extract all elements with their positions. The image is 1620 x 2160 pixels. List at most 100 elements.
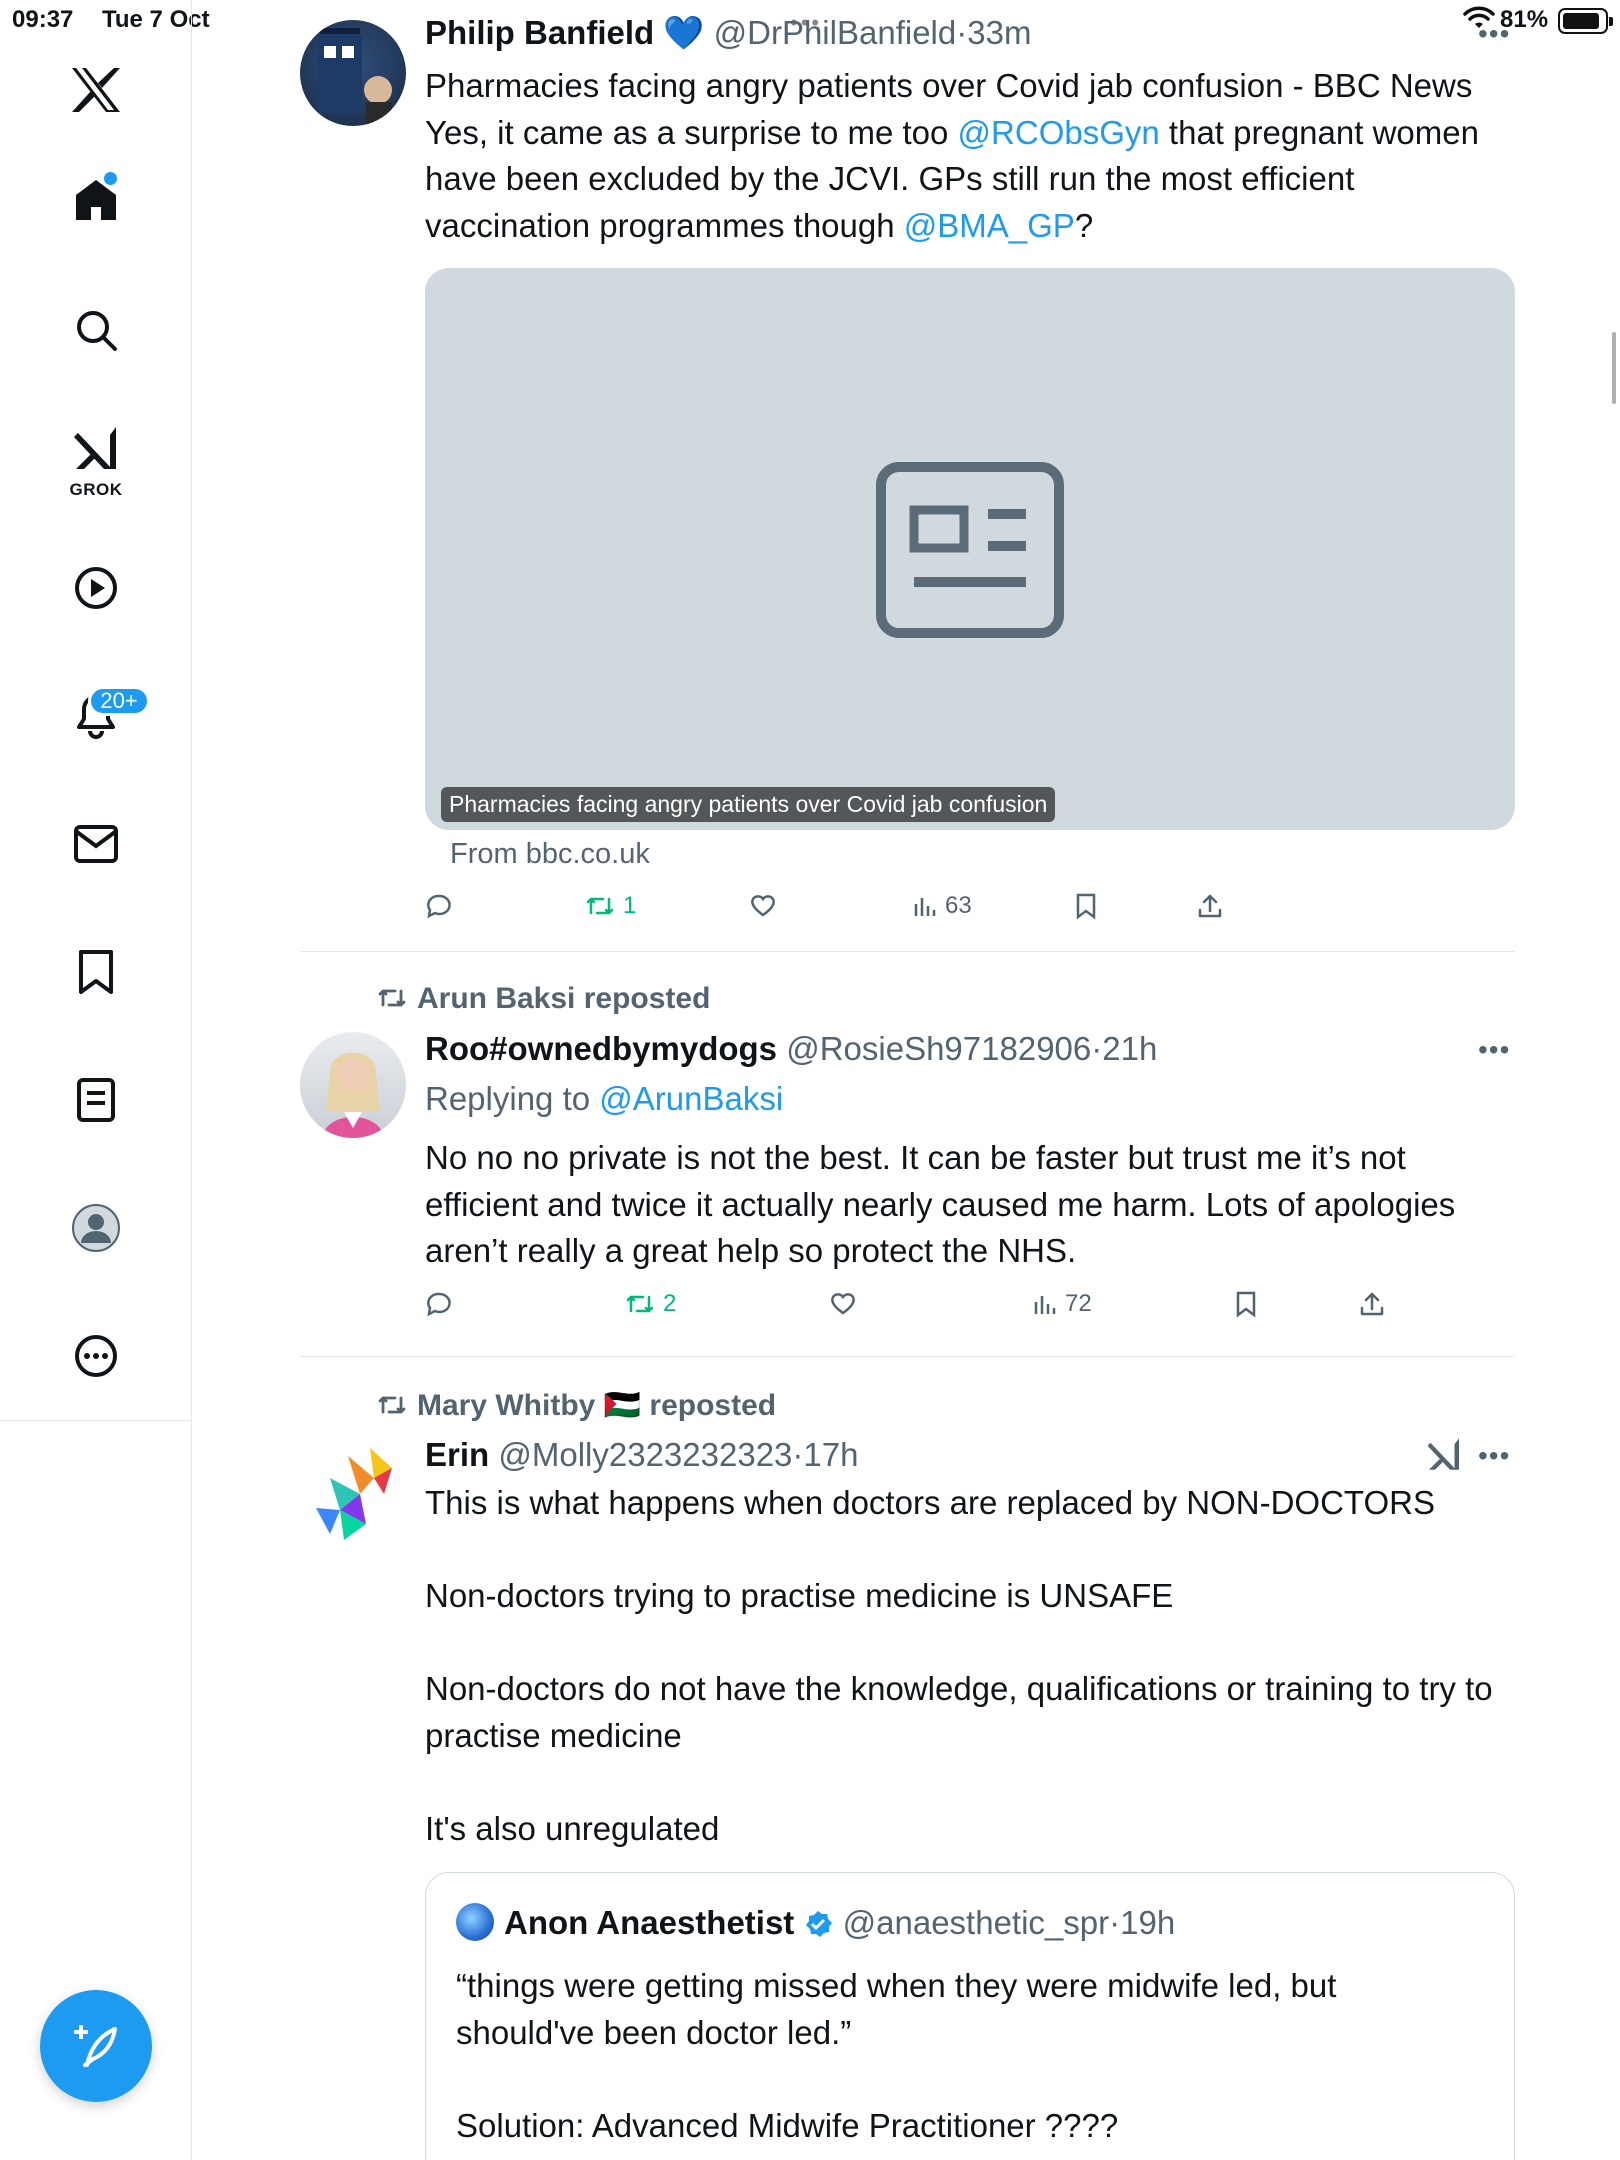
tweet-text-paragraph: Solution: Advanced Midwife Practitioner … xyxy=(456,2106,1119,2144)
tweet-text-paragraph: Yes, it came as a surprise to me too @RC… xyxy=(425,110,1515,250)
bookmarks-icon[interactable] xyxy=(56,932,136,1012)
home-icon[interactable] xyxy=(56,160,136,240)
sidebar: GROK 20+ xyxy=(0,0,192,2160)
views-button[interactable]: 63 xyxy=(913,892,972,920)
share-button[interactable] xyxy=(1359,1290,1385,1318)
share-button[interactable] xyxy=(1197,892,1223,920)
views-count: 72 xyxy=(1065,1290,1092,1317)
card-caption: Pharmacies facing angry patients over Co… xyxy=(441,787,1056,822)
like-button[interactable] xyxy=(749,892,777,918)
author-handle[interactable]: @RosieSh97182906 xyxy=(786,1030,1091,1067)
repost-context: Arun Baksi reposted xyxy=(375,982,710,1016)
quoted-author-name[interactable]: Anon Anaesthetist xyxy=(504,1904,794,1941)
lists-icon[interactable] xyxy=(56,1060,136,1140)
views-count: 63 xyxy=(945,892,972,919)
more-options-icon[interactable]: ••• xyxy=(1478,1440,1510,1472)
scrollbar[interactable] xyxy=(1612,332,1616,404)
tweet-text-paragraph: This is what happens when doctors are re… xyxy=(425,1484,1435,1521)
avatar[interactable] xyxy=(300,1032,406,1138)
tweet-text: This is what happens when doctors are re… xyxy=(425,1480,1515,1852)
tweet-header: Erin @Molly2323232323·17h xyxy=(425,1436,858,1474)
replying-to: Replying to @ArunBaksi xyxy=(425,1080,783,1118)
repost-button[interactable]: 1 xyxy=(585,892,636,920)
notifications-badge: 20+ xyxy=(88,686,150,716)
grok-icon[interactable]: GROK xyxy=(56,418,136,499)
tweet-time[interactable]: 21h xyxy=(1102,1030,1157,1067)
tweet-text: Pharmacies facing angry patients over Co… xyxy=(425,63,1515,249)
mention-link[interactable]: @RCObsGyn xyxy=(958,114,1160,151)
repost-count: 1 xyxy=(623,892,637,919)
battery-icon xyxy=(1558,8,1613,34)
link-card[interactable]: Pharmacies facing angry patients over Co… xyxy=(425,268,1515,830)
more-options-icon[interactable]: ••• xyxy=(1478,1034,1510,1066)
bookmark-button[interactable] xyxy=(1235,1290,1257,1318)
compose-feather-icon xyxy=(74,2025,117,2067)
quoted-author-handle[interactable]: @anaesthetic_spr xyxy=(843,1904,1109,1941)
mention-link[interactable]: @BMA_GP xyxy=(904,207,1075,244)
repost-icon xyxy=(378,989,406,1007)
tweet-time[interactable]: 17h xyxy=(803,1436,858,1473)
avatar[interactable] xyxy=(300,20,406,126)
grok-label: GROK xyxy=(69,480,123,499)
author-handle[interactable]: @DrPhilBanfield xyxy=(714,14,957,51)
separator-dot: · xyxy=(1091,1030,1103,1067)
more-icon[interactable] xyxy=(56,1316,136,1396)
reposted-suffix: reposted xyxy=(649,1389,777,1422)
tweet-header: Philip Banfield 💙 @DrPhilBanfield·33m xyxy=(425,14,1031,53)
tweet-text-paragraph: Non-doctors trying to practise medicine … xyxy=(425,1577,1174,1614)
author-name[interactable]: Erin xyxy=(425,1436,489,1473)
grok-explain-icon[interactable] xyxy=(1426,1436,1462,1472)
avatar[interactable] xyxy=(300,1438,406,1544)
reply-button[interactable] xyxy=(425,892,453,920)
quoted-tweet-text: “things were getting missed when they we… xyxy=(456,1963,1476,2149)
views-icon xyxy=(914,898,936,916)
more-options-icon[interactable]: ••• xyxy=(1478,18,1510,50)
tweet-divider xyxy=(300,951,1514,952)
messages-icon[interactable] xyxy=(56,804,136,884)
text-segment: Yes, it came as a surprise to me too xyxy=(425,113,958,151)
tweet-time[interactable]: 33m xyxy=(967,14,1031,51)
sidebar-divider xyxy=(0,1420,192,1421)
replying-label: Replying to xyxy=(425,1080,600,1117)
share-icon xyxy=(1198,894,1222,918)
tweet-header: Roo#ownedbymydogs @RosieSh97182906·21h xyxy=(425,1030,1157,1068)
bookmark-button[interactable] xyxy=(1075,892,1097,920)
repost-icon xyxy=(586,897,614,915)
quoted-tweet-header: Anon Anaesthetist @anaesthetic_spr·19h xyxy=(456,1903,1175,1942)
profile-icon[interactable] xyxy=(56,1188,136,1268)
views-button[interactable]: 72 xyxy=(1033,1290,1092,1318)
bookmark-icon xyxy=(1076,893,1096,920)
reply-icon xyxy=(427,894,451,919)
tweet-text-line: Pharmacies facing angry patients over Co… xyxy=(425,67,1473,104)
heart-icon xyxy=(751,895,775,917)
separator-dot: · xyxy=(792,1436,804,1473)
views-icon xyxy=(1034,1296,1056,1314)
video-icon[interactable] xyxy=(56,548,136,628)
reply-button[interactable] xyxy=(425,1290,453,1318)
like-button[interactable] xyxy=(829,1290,857,1316)
repost-button[interactable]: 2 xyxy=(625,1290,676,1318)
compose-button[interactable] xyxy=(40,1990,152,2102)
article-icon xyxy=(876,462,1064,638)
mention-link[interactable]: @ArunBaksi xyxy=(599,1080,783,1117)
card-source[interactable]: From bbc.co.uk xyxy=(450,838,650,871)
author-handle[interactable]: @Molly2323232323 xyxy=(498,1436,792,1473)
repost-count: 2 xyxy=(663,1290,677,1317)
quoted-tweet[interactable]: Anon Anaesthetist @anaesthetic_spr·19h “… xyxy=(425,1872,1515,2160)
quoted-avatar[interactable] xyxy=(456,1903,494,1941)
reposted-by[interactable]: Arun Baksi reposted xyxy=(417,982,710,1015)
tweet-actions: 1 63 xyxy=(425,892,1245,932)
tweet-text-paragraph: Non-doctors do not have the knowledge, q… xyxy=(425,1670,1493,1754)
repost-context: Mary Whitby 🇵🇸 reposted xyxy=(375,1388,776,1423)
heart-emoji: 💙 xyxy=(663,14,705,51)
x-logo-icon[interactable] xyxy=(56,50,136,130)
search-icon[interactable] xyxy=(56,290,136,370)
author-name[interactable]: Roo#ownedbymydogs xyxy=(425,1030,777,1067)
quoted-tweet-time[interactable]: 19h xyxy=(1120,1904,1175,1941)
reposted-by[interactable]: Mary Whitby xyxy=(417,1389,595,1422)
author-name[interactable]: Philip Banfield xyxy=(425,14,654,51)
